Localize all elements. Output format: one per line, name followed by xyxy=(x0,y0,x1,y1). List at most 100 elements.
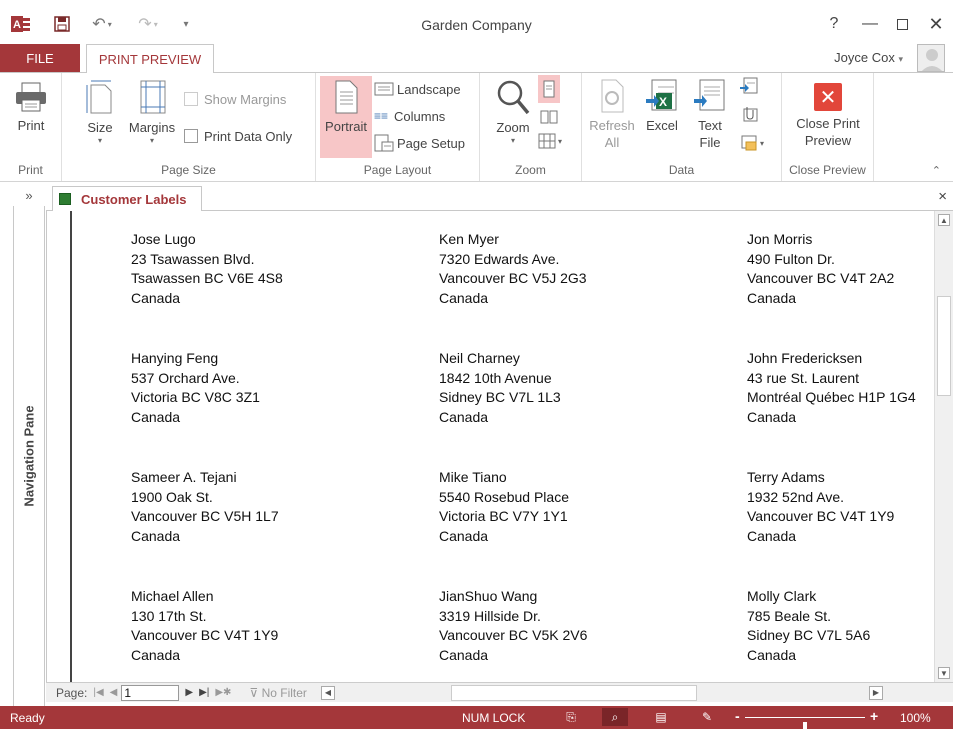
label-line: 1932 52nd Ave. xyxy=(747,488,845,505)
close-document-button[interactable]: × xyxy=(938,188,947,205)
margins-button[interactable]: Margins ▾ xyxy=(124,79,180,145)
more-export-button[interactable]: ▾ xyxy=(740,133,772,153)
record-navigation-bar: Page: |◀ ◀ ▶ ▶| ▶✱ ⊽ No Filter ◀ ▶ xyxy=(46,682,953,702)
label-line: Neil Charney xyxy=(439,350,520,366)
label-line: Mike Tiano xyxy=(439,469,507,485)
design-view-icon[interactable]: ✎ xyxy=(700,710,714,724)
help-button[interactable]: ? xyxy=(822,12,846,36)
columns-icon: ≡≡ xyxy=(374,109,389,123)
size-label: Size xyxy=(87,120,113,135)
zoom-button[interactable]: Zoom ▾ xyxy=(488,79,538,145)
label-line: 130 17th St. xyxy=(131,607,207,624)
mailing-label: Mike Tiano 5540 Rosebud Place Victoria BC … xyxy=(439,468,569,546)
previous-page-icon[interactable]: ◀ xyxy=(110,687,118,698)
last-page-icon[interactable]: ▶| xyxy=(199,687,209,698)
page-setup-button[interactable]: Page Setup xyxy=(374,132,465,154)
zoom-slider-thumb[interactable] xyxy=(803,722,807,729)
show-margins-check xyxy=(184,92,198,106)
tab-print-preview[interactable]: PRINT PREVIEW xyxy=(86,44,214,73)
new-record-icon[interactable]: ▶✱ xyxy=(215,687,231,698)
title-bar: A ↶ ▾ ↷ ▾ ▾ Garden Company ? — ✕ xyxy=(0,0,953,44)
print-label: Print xyxy=(17,118,45,133)
close-window-button[interactable]: ✕ xyxy=(924,12,948,36)
scroll-thumb[interactable] xyxy=(937,296,951,396)
show-margins-checkbox[interactable]: Show Margins xyxy=(184,88,286,110)
avatar[interactable] xyxy=(917,44,945,72)
group-label-zoom: Zoom xyxy=(515,163,546,177)
horizontal-scrollbar[interactable] xyxy=(450,684,697,701)
zoom-slider[interactable] xyxy=(745,717,865,729)
close-print-preview-button[interactable]: ✕ Close Print Preview xyxy=(786,83,870,149)
label-line: Ken Myer xyxy=(439,231,499,247)
pdf-export-icon xyxy=(740,77,758,94)
label-line: Sameer A. Tejani xyxy=(131,469,237,485)
one-page-button[interactable] xyxy=(538,75,560,103)
print-preview-view-icon[interactable]: ⌕ xyxy=(602,708,628,726)
status-ready: Ready xyxy=(10,711,45,725)
text-file-export-button[interactable]: Text File xyxy=(688,79,732,151)
excel-export-button[interactable]: X Excel xyxy=(640,79,684,134)
filter-icon: ⊽ xyxy=(249,685,259,700)
portrait-button[interactable]: Portrait xyxy=(320,76,372,158)
collapse-ribbon-icon[interactable]: ⌃ xyxy=(932,164,941,177)
label-line: Vancouver BC V5J 2G3 xyxy=(439,270,587,286)
zoom-level[interactable]: 100% xyxy=(900,711,931,725)
mailing-label: John Fredericksen 43 rue St. Laurent Montr… xyxy=(747,349,916,427)
tab-customer-labels[interactable]: Customer Labels xyxy=(52,186,202,212)
document-tab-label: Customer Labels xyxy=(81,191,187,207)
first-page-icon[interactable]: |◀ xyxy=(93,687,103,698)
columns-label: Columns xyxy=(394,108,446,124)
label-line: Vancouver BC V5K 2V6 xyxy=(439,627,588,643)
group-page-layout: Portrait Landscape ≡≡ Columns Page Setup… xyxy=(316,73,480,181)
scroll-up-icon[interactable]: ▲ xyxy=(938,214,950,226)
vertical-scrollbar[interactable]: ▲ ▼ xyxy=(934,211,953,682)
zoom-in-button[interactable]: + xyxy=(870,708,878,724)
group-close-preview: ✕ Close Print Preview Close Preview xyxy=(782,73,874,181)
group-zoom: Zoom ▾ ▾ Zoom xyxy=(480,73,582,181)
landscape-button[interactable]: Landscape xyxy=(374,78,461,100)
print-data-only-label: Print Data Only xyxy=(204,128,293,144)
nav-pane-toggle[interactable]: » xyxy=(13,184,45,206)
no-filter-button[interactable]: ⊽ No Filter xyxy=(249,686,306,700)
print-button[interactable]: Print xyxy=(10,81,52,134)
label-line: Hanying Feng xyxy=(131,350,219,366)
svg-text:X: X xyxy=(659,95,667,109)
label-line: Canada xyxy=(747,289,797,306)
group-data: Refresh All X Excel Text File ▾ Data xyxy=(582,73,782,181)
more-pages-button[interactable]: ▾ xyxy=(538,131,572,151)
page-setup-label: Page Setup xyxy=(397,135,465,151)
page-number-input[interactable] xyxy=(121,684,180,701)
close-preview-label-1: Close Print xyxy=(796,116,860,131)
scroll-down-icon[interactable]: ▼ xyxy=(938,667,950,679)
navigation-pane-label: Navigation Pane xyxy=(21,405,37,507)
refresh-all-button[interactable]: Refresh All xyxy=(586,79,638,151)
label-line: Canada xyxy=(747,527,797,544)
two-pages-button[interactable] xyxy=(538,107,560,127)
status-bar: Ready NUM LOCK ⎘ ⌕ ▤ ✎ - + 100% xyxy=(0,706,953,729)
scroll-right-icon[interactable]: ▶ xyxy=(868,685,883,700)
group-print: Print Print xyxy=(0,73,62,181)
mailing-label: Sameer A. Tejani 1900 Oak St. Vancouver BC… xyxy=(131,468,279,546)
pdf-xps-export-button[interactable] xyxy=(740,77,762,97)
zoom-out-button[interactable]: - xyxy=(735,708,740,724)
restore-button[interactable] xyxy=(890,12,914,36)
one-page-icon xyxy=(543,80,555,98)
next-page-icon[interactable]: ▶ xyxy=(185,687,193,698)
report-view-icon[interactable]: ⎘ xyxy=(564,710,578,724)
more-pages-icon xyxy=(538,133,556,149)
scroll-left-icon[interactable]: ◀ xyxy=(320,685,335,700)
tab-file[interactable]: FILE xyxy=(0,44,80,72)
navigation-pane[interactable]: Navigation Pane xyxy=(13,206,45,706)
user-account[interactable]: Joyce Cox ▾ xyxy=(834,50,903,65)
num-lock-indicator: NUM LOCK xyxy=(462,711,526,725)
label-line: Victoria BC V8C 3Z1 xyxy=(131,389,260,405)
layout-view-icon[interactable]: ▤ xyxy=(654,710,668,724)
columns-button[interactable]: ≡≡ Columns xyxy=(374,105,445,127)
print-preview-page[interactable]: Jose Lugo 23 Tsawassen Blvd. Tsawassen BC … xyxy=(46,211,934,682)
size-button[interactable]: Size ▾ xyxy=(82,79,118,145)
no-filter-label: No Filter xyxy=(261,685,307,700)
print-data-only-checkbox[interactable]: Print Data Only xyxy=(184,125,292,147)
minimize-button[interactable]: — xyxy=(858,12,882,36)
label-line: Sidney BC V7L 1L3 xyxy=(439,389,561,405)
email-export-button[interactable] xyxy=(740,105,762,125)
